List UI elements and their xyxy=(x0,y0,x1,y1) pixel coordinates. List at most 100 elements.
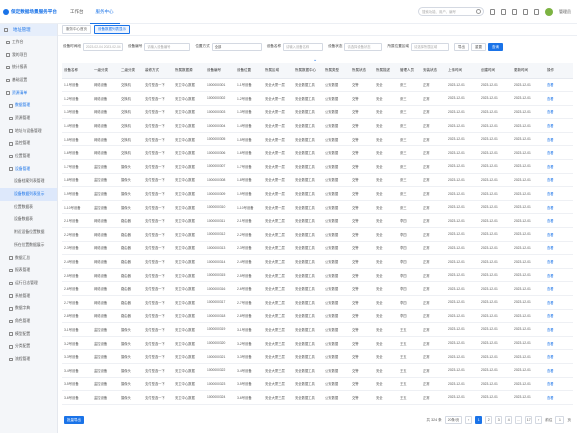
table-row[interactable]: 1-8号设备 监控设备 摄像头 支付型选一下 安卫中心数据 1000000308 1-8号设… xyxy=(62,173,573,188)
table-row[interactable]: 2-1号设备 网络设备 路由器 支付型选一下 安卫中心数据 1000000311 2-1号设… xyxy=(62,213,573,229)
sidebar-item[interactable]: 我的项目 xyxy=(0,49,57,62)
table-row[interactable]: 3-6号设备 监控设备 摄像头 支付型选一下 安卫中心数据 1000000324 3-6号设… xyxy=(62,390,573,405)
global-search-input[interactable]: 搜索功能、用户、编号 xyxy=(418,7,484,16)
sidebar-item[interactable]: 监控管理 xyxy=(0,138,57,151)
sidebar-item[interactable]: 工作台 xyxy=(0,36,57,49)
top-nav-service-center[interactable]: 服务中心 xyxy=(89,0,120,24)
column-header[interactable]: 上传时间 xyxy=(446,63,479,79)
page-number-button[interactable]: 1 xyxy=(475,416,483,424)
view-link[interactable]: 查看 xyxy=(545,78,573,93)
view-link[interactable]: 查看 xyxy=(545,363,573,378)
sidebar-item[interactable]: 系统管理 xyxy=(0,290,57,303)
column-header[interactable]: 所属描述 xyxy=(374,63,398,79)
table-row[interactable]: 3-1号设备 监控设备 摄像头 支付型选一下 安卫中心数据 1000000319 3-1号设… xyxy=(62,322,573,337)
table-row[interactable]: 3-4号设备 监控设备 摄像头 支付型选一下 安卫中心数据 1000000322 3-4号设… xyxy=(62,363,573,378)
settings-icon[interactable] xyxy=(512,8,517,15)
sidebar-item[interactable]: 资源管理 xyxy=(0,112,57,125)
column-header[interactable]: 管理人员 xyxy=(398,63,421,79)
app-logo[interactable]: 保定数据场景服务平台 xyxy=(0,8,60,15)
view-link[interactable]: 查看 xyxy=(545,105,573,120)
column-header[interactable]: 设备名称 xyxy=(62,63,92,79)
device-code-input[interactable]: 请输入设备编号 xyxy=(144,42,191,51)
table-row[interactable]: 3-3号设备 监控设备 摄像头 支付型选一下 安卫中心数据 1000000321 3-3号设… xyxy=(62,349,573,364)
page-number-button[interactable]: 3 xyxy=(495,416,503,424)
sidebar-item[interactable]: 数据字典 xyxy=(0,302,57,315)
table-row[interactable]: 2-5号设备 网络设备 路由器 支付型选一下 安卫中心数据 1000000315 2-5号设… xyxy=(62,268,573,283)
help-icon[interactable] xyxy=(523,8,528,15)
view-link[interactable]: 查看 xyxy=(545,241,573,256)
device-name-input[interactable]: 请输入设备名称 xyxy=(283,42,324,51)
view-link[interactable]: 查看 xyxy=(545,227,573,242)
table-row[interactable]: 1-3号设备 网络设备 交换机 支付型选一下 安卫中心数据 1000000303 1-3号设… xyxy=(62,105,573,120)
page-number-button[interactable]: 17 xyxy=(525,416,533,424)
sidebar-item[interactable]: 资源清单 xyxy=(0,87,57,100)
table-row[interactable]: 2-7号设备 网络设备 路由器 支付型选一下 安卫中心数据 1000000317 2-7号设… xyxy=(62,295,573,310)
table-row[interactable]: 1-5号设备 网络设备 交换机 支付型选一下 安卫中心数据 1000000305 1-5号设… xyxy=(62,132,573,147)
table-row[interactable]: 2-2号设备 网络设备 路由器 支付型选一下 安卫中心数据 1000000312 2-2号设… xyxy=(62,227,573,242)
date-range-picker[interactable]: 2023-02-04 2023-02-04 xyxy=(82,42,123,51)
view-link[interactable]: 查看 xyxy=(545,200,573,215)
user-name[interactable]: 管理员 xyxy=(559,9,571,15)
column-header[interactable]: 设备编号 xyxy=(205,63,235,79)
sidebar-item[interactable]: 流程管理 xyxy=(0,353,57,366)
top-nav-workbench[interactable]: 工作台 xyxy=(64,0,90,24)
table-row[interactable]: 2-6号设备 网络设备 路由器 支付型选一下 安卫中心数据 1000000316 2-6号设… xyxy=(62,281,573,296)
batch-export-button[interactable]: 批量导出 xyxy=(64,416,84,424)
column-header[interactable]: 安装状态 xyxy=(421,63,446,79)
sidebar-item[interactable]: 分类配置 xyxy=(0,341,57,354)
sidebar-item[interactable]: 设备数据表 xyxy=(0,214,57,227)
message-icon[interactable] xyxy=(501,8,506,15)
view-link[interactable]: 查看 xyxy=(545,309,573,324)
view-link[interactable]: 查看 xyxy=(545,173,573,188)
table-row[interactable]: 1-9号设备 监控设备 摄像头 支付型选一下 安卫中心数据 1000000309 1-9号设… xyxy=(62,186,573,201)
view-link[interactable]: 查看 xyxy=(545,322,573,337)
bell-icon[interactable] xyxy=(490,8,495,15)
tab-device-data-list[interactable]: 设备数据列表显示 xyxy=(94,25,130,34)
sidebar-item[interactable]: 位置管理 xyxy=(0,150,57,163)
sidebar-item[interactable]: 模型配置 xyxy=(0,328,57,341)
column-header[interactable]: 所属类型 xyxy=(323,63,350,79)
filter-expand-toggle[interactable]: ⌄ xyxy=(58,57,577,63)
view-link[interactable]: 查看 xyxy=(545,268,573,283)
column-header[interactable]: 二级分类 xyxy=(119,63,143,79)
sidebar-item[interactable]: 所在位置数据展示 xyxy=(0,239,57,252)
table-row[interactable]: 3-2号设备 监控设备 摄像头 支付型选一下 安卫中心数据 1000000320 3-2号设… xyxy=(62,336,573,351)
export-button[interactable]: 导出 xyxy=(454,42,470,51)
table-row[interactable]: 2-3号设备 网络设备 路由器 支付型选一下 安卫中心数据 1000000313 2-3号设… xyxy=(62,241,573,256)
query-button[interactable]: 查询 xyxy=(488,42,504,51)
table-row[interactable]: 1-4号设备 网络设备 交换机 支付型选一下 安卫中心数据 1000000304 1-4号设… xyxy=(62,118,573,133)
sidebar-item[interactable]: 位置数据表 xyxy=(0,201,57,214)
sidebar-section-title[interactable]: 地址管理 xyxy=(0,24,57,36)
view-link[interactable]: 查看 xyxy=(545,213,573,229)
view-link[interactable]: 查看 xyxy=(545,295,573,310)
location-mode-select[interactable]: 全部 xyxy=(211,42,262,51)
sidebar-item[interactable]: 设备管理 xyxy=(0,163,57,176)
table-row[interactable]: 2-4号设备 网络设备 路由器 支付型选一下 安卫中心数据 1000000314 2-4号设… xyxy=(62,254,573,269)
table-row[interactable]: 2-8号设备 网络设备 路由器 支付型选一下 安卫中心数据 1000000318 2-8号设… xyxy=(62,309,573,324)
avatar[interactable] xyxy=(545,7,553,16)
sidebar-item[interactable]: 数据管理 xyxy=(0,99,57,112)
view-link[interactable]: 查看 xyxy=(545,377,573,392)
column-header[interactable]: 所属数据源 xyxy=(173,63,205,79)
column-header[interactable]: 创建时间 xyxy=(479,63,512,79)
area-select[interactable]: 请选择所属区域 xyxy=(411,42,450,51)
column-header[interactable]: 更新时间 xyxy=(512,63,545,79)
sidebar-item[interactable]: 数据汇总 xyxy=(0,252,57,265)
table-row[interactable]: 1-1号设备 网络设备 交换机 支付型选一下 安卫中心数据 1000000301 1-1号设… xyxy=(62,78,573,93)
sidebar-item[interactable]: 设备档案列表管理 xyxy=(0,176,57,189)
device-status-select[interactable]: 请选择设备状态 xyxy=(344,42,383,51)
column-header[interactable]: 所属状态 xyxy=(350,63,374,79)
goto-page-input[interactable]: 1 xyxy=(555,416,565,424)
column-header[interactable]: 所属区域 xyxy=(263,63,293,79)
view-link[interactable]: 查看 xyxy=(545,349,573,364)
view-link[interactable]: 查看 xyxy=(545,118,573,133)
page-number-button[interactable]: 2 xyxy=(485,416,493,424)
sidebar-item[interactable]: 运行日志管理 xyxy=(0,277,57,290)
table-row[interactable]: 3-5号设备 监控设备 摄像头 支付型选一下 安卫中心数据 1000000323 3-5号设… xyxy=(62,377,573,392)
sidebar-item[interactable]: 基础设置 xyxy=(0,74,57,87)
reset-button[interactable]: 重置 xyxy=(471,42,487,51)
fullscreen-icon[interactable] xyxy=(534,8,539,15)
column-header[interactable]: 设备位置 xyxy=(235,63,263,79)
column-header[interactable]: 一级分类 xyxy=(92,63,119,79)
view-link[interactable]: 查看 xyxy=(545,91,573,106)
